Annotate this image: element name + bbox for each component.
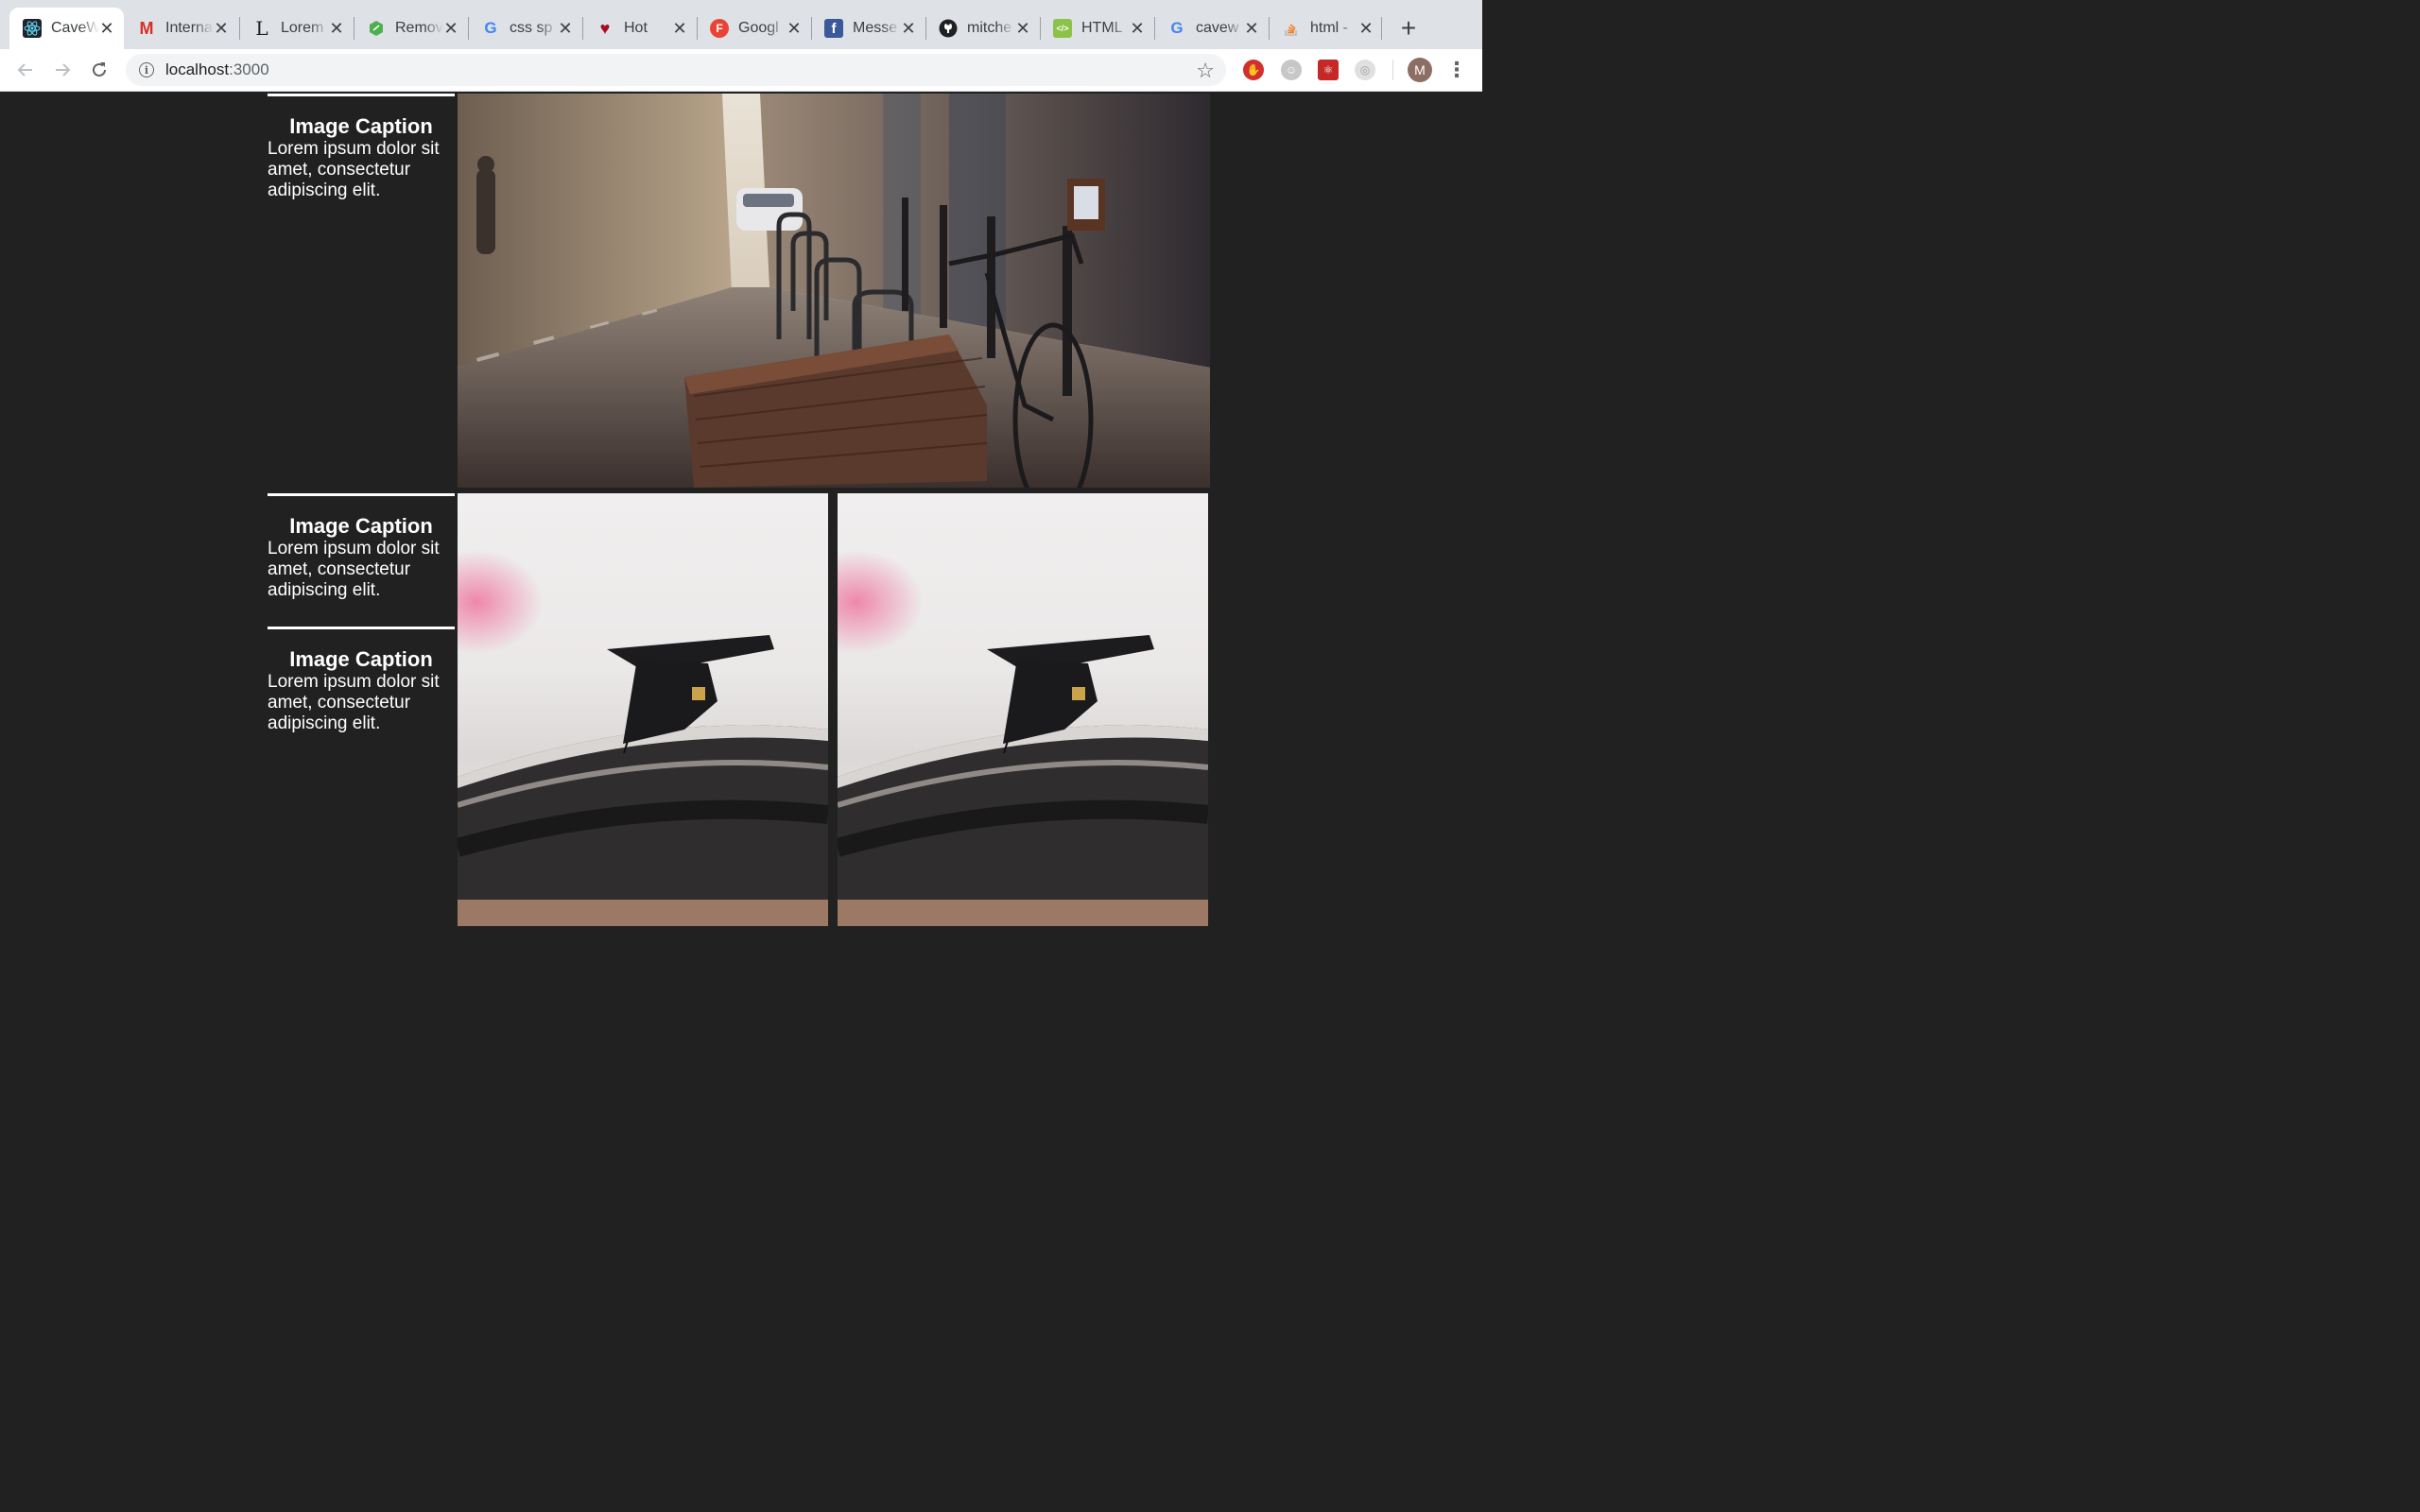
tab-stackoverflow[interactable]: html - ✕ (1269, 8, 1383, 49)
react-devtools-extension-icon[interactable]: ⚛ (1318, 60, 1339, 80)
tab-html[interactable]: </> HTML ✕ (1040, 8, 1154, 49)
adblock-extension-icon[interactable]: ✋ (1243, 60, 1264, 80)
tab-title: Hot (624, 20, 648, 36)
tab-github[interactable]: mitche ✕ (925, 8, 1040, 49)
caption-text: Lorem ipsum dolor sit amet, consectetur … (268, 672, 440, 733)
caption-title: Image Caption (289, 647, 433, 671)
reload-button[interactable] (86, 57, 112, 83)
tab-title: Interna (165, 20, 213, 36)
discord-extension-icon[interactable]: ☺ (1281, 60, 1302, 80)
leaf-icon (367, 19, 386, 38)
close-icon[interactable]: ✕ (786, 20, 802, 37)
page-content: Image Caption Lorem ipsum dolor sit amet… (0, 92, 1482, 926)
url-port: :3000 (229, 60, 269, 78)
tab-title: Googl (738, 20, 779, 36)
site-info-icon[interactable]: i (139, 62, 154, 77)
google-icon: G (1170, 19, 1184, 37)
kebab-menu-icon[interactable]: ⋮ (1446, 57, 1467, 83)
camera-extension-icon[interactable]: ◎ (1355, 60, 1375, 80)
close-icon[interactable]: ✕ (1358, 20, 1374, 37)
address-bar[interactable]: i localhost:3000 ☆ (126, 54, 1226, 86)
turntable-photo (458, 493, 828, 926)
tab-cavew[interactable]: CaveW ✕ (9, 8, 124, 49)
tab-title: HTML (1081, 20, 1123, 36)
close-icon[interactable]: ✕ (1015, 20, 1030, 37)
close-icon[interactable]: ✕ (214, 20, 229, 37)
caption-title: Image Caption (289, 514, 433, 538)
url-host: localhost (165, 60, 230, 78)
caption-block: Image Caption Lorem ipsum dolor sit amet… (268, 627, 455, 734)
close-icon[interactable]: ✕ (901, 20, 916, 37)
bookmark-star-icon[interactable]: ☆ (1196, 59, 1215, 83)
lorem-l-icon: L (255, 17, 268, 40)
tab-lorem[interactable]: L Lorem ✕ (239, 8, 354, 49)
toolbar-divider (1392, 60, 1393, 80)
caption-text: Lorem ipsum dolor sit amet, consectetur … (268, 139, 440, 200)
stackoverflow-icon (1282, 19, 1301, 38)
tab-title: CaveW (51, 20, 99, 36)
tab-title: cavew (1196, 20, 1239, 36)
tab-gmail[interactable]: M Interna ✕ (124, 8, 238, 49)
html-icon: </> (1053, 19, 1072, 38)
reload-icon (93, 62, 106, 77)
facebook-icon: f (824, 19, 843, 38)
close-icon[interactable]: ✕ (1244, 20, 1259, 37)
close-icon[interactable]: ✕ (329, 20, 344, 37)
close-icon[interactable]: ✕ (99, 20, 114, 37)
tab-title: html - (1310, 20, 1348, 36)
turntable-photo (838, 493, 1208, 926)
tab-title: Messe (853, 20, 898, 36)
tab-title: css sp (510, 20, 553, 36)
react-icon (23, 19, 42, 38)
tab-css-search[interactable]: G css sp ✕ (468, 8, 582, 49)
tab-messenger[interactable]: f Messe ✕ (811, 8, 925, 49)
github-icon (939, 19, 958, 38)
caption-title: Image Caption (289, 114, 433, 138)
tab-title: mitche (967, 20, 1012, 36)
close-icon[interactable]: ✕ (672, 20, 687, 37)
close-icon[interactable]: ✕ (558, 20, 573, 37)
new-tab-button[interactable]: + (1395, 13, 1422, 43)
tab-hot[interactable]: ♥ Hot ✕ (582, 8, 697, 49)
back-button[interactable] (12, 57, 39, 83)
street-bicycle-photo (458, 94, 1210, 488)
avatar[interactable]: M (1408, 58, 1432, 82)
tab-title: Remov (395, 20, 443, 36)
caption-block: Image Caption Lorem ipsum dolor sit amet… (268, 94, 455, 201)
forward-arrow-icon (56, 63, 71, 77)
gmail-icon: M (139, 18, 154, 38)
tab-strip: CaveW ✕ M Interna ✕ L Lorem ✕ Remov ✕ G … (0, 0, 1482, 49)
heart-icon: ♥ (599, 18, 611, 38)
close-icon[interactable]: ✕ (443, 20, 458, 37)
tab-cavew-search[interactable]: G cavew ✕ (1154, 8, 1269, 49)
tab-google-fonts[interactable]: F Googl ✕ (697, 8, 811, 49)
browser-toolbar: i localhost:3000 ☆ ✋ ☺ ⚛ ◎ (0, 49, 1482, 92)
back-arrow-icon (17, 63, 32, 77)
google-fonts-icon: F (710, 19, 729, 38)
caption-text: Lorem ipsum dolor sit amet, consectetur … (268, 539, 440, 600)
forward-button[interactable] (49, 57, 76, 83)
close-icon[interactable]: ✕ (1130, 20, 1145, 37)
tab-divider (1381, 17, 1382, 40)
tab-title: Lorem (281, 20, 324, 36)
google-icon: G (484, 19, 497, 37)
tab-remove[interactable]: Remov ✕ (354, 8, 468, 49)
caption-block: Image Caption Lorem ipsum dolor sit amet… (268, 493, 455, 601)
